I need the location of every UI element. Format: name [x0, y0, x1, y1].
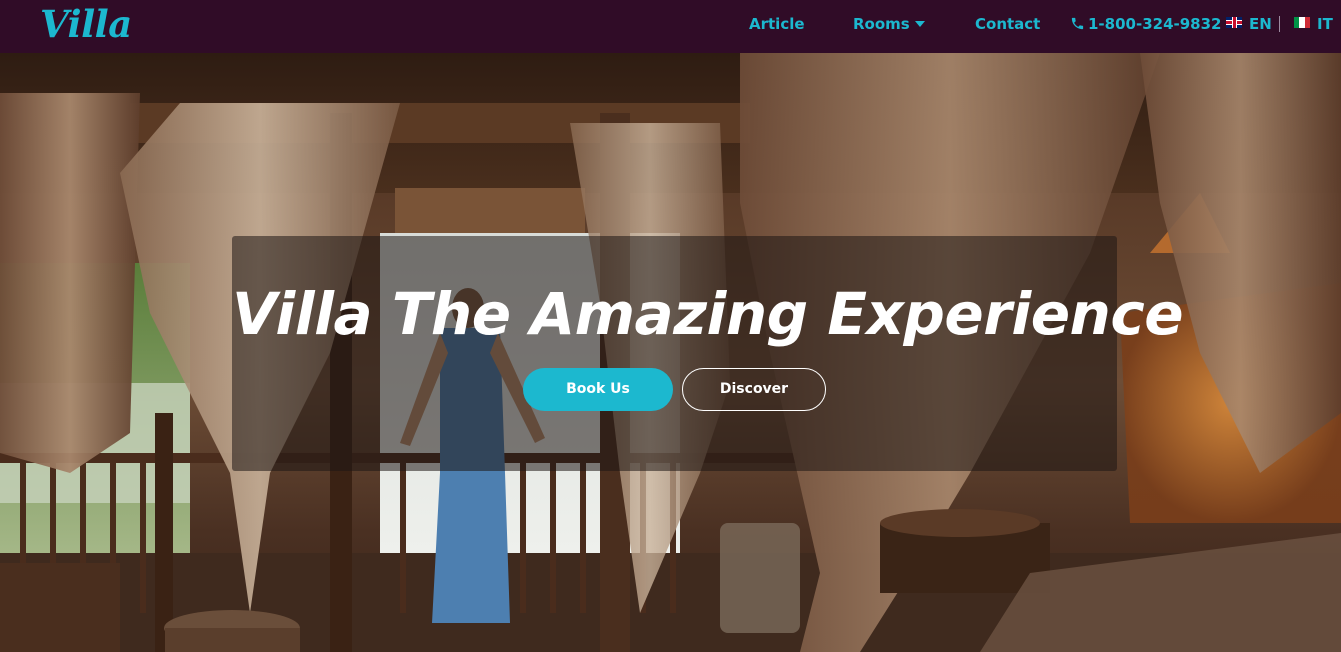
phone-link[interactable]: 1-800-324-9832 — [1070, 15, 1221, 33]
hero-caption-panel: Villa The Amazing Experience Book Us Dis… — [232, 236, 1184, 471]
italy-flag-icon — [1294, 17, 1310, 28]
language-it-option[interactable]: IT — [1294, 15, 1333, 33]
language-en-label: EN — [1249, 15, 1272, 33]
nav-contact-label: Contact — [975, 15, 1041, 33]
caret-down-icon — [914, 21, 925, 27]
phone-icon — [1071, 17, 1084, 30]
hero-title: Villa The Amazing Experience — [232, 280, 1184, 348]
top-navbar: Villa Article Rooms Contact 1-800-324-98… — [0, 0, 1341, 53]
language-en-option[interactable]: EN — [1226, 15, 1272, 33]
nav-article-label: Article — [749, 15, 805, 33]
discover-button[interactable]: Discover — [682, 368, 826, 411]
language-it-label: IT — [1317, 15, 1333, 33]
language-divider — [1279, 16, 1280, 32]
uk-flag-icon — [1226, 17, 1242, 28]
nav-article-link[interactable]: Article — [749, 15, 805, 33]
hero-section: Villa The Amazing Experience Book Us Dis… — [0, 53, 1341, 652]
brand-logo[interactable]: Villa — [40, 2, 132, 46]
nav-rooms-label: Rooms — [853, 15, 910, 33]
book-us-button[interactable]: Book Us — [523, 368, 673, 411]
phone-number: 1-800-324-9832 — [1088, 15, 1222, 33]
nav-contact-link[interactable]: Contact — [975, 15, 1040, 33]
nav-rooms-dropdown[interactable]: Rooms — [853, 15, 925, 33]
